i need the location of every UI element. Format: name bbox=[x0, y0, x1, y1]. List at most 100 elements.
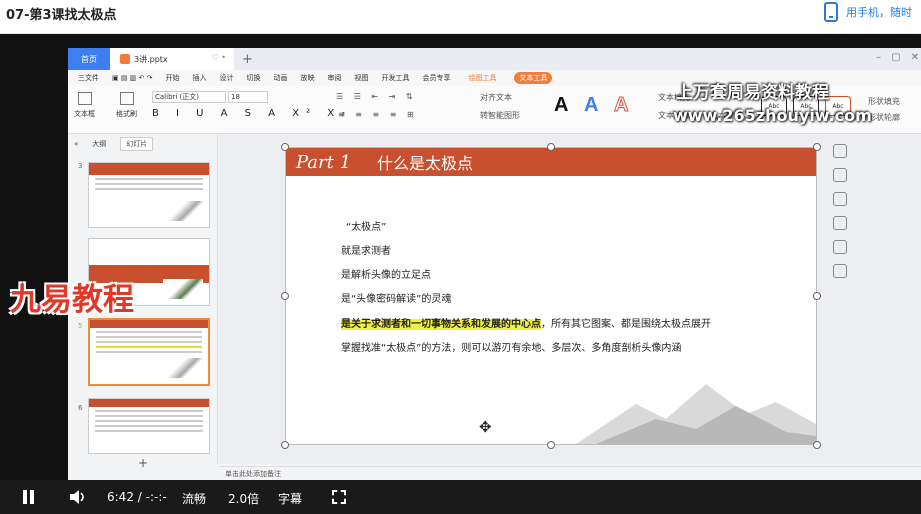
menu-item-developer[interactable]: 开发工具 bbox=[381, 73, 409, 83]
restore-icon[interactable]: ▢ bbox=[891, 52, 900, 63]
new-tab-icon[interactable]: + bbox=[242, 52, 253, 67]
resize-handle[interactable] bbox=[813, 441, 821, 449]
playback-time: 6:42 / -:-:- bbox=[107, 490, 167, 504]
file-menu[interactable]: 三文件 bbox=[78, 73, 99, 83]
slide-number: 6 bbox=[78, 404, 83, 412]
tab-outline[interactable]: 大纲 bbox=[92, 139, 106, 149]
align-text-button[interactable]: 对齐文本 bbox=[480, 92, 512, 103]
phone-icon bbox=[824, 2, 838, 22]
watermark-url: www.265zhouyiw.com bbox=[673, 106, 872, 125]
slide-heading: 什么是太极点 bbox=[377, 154, 474, 173]
pause-icon[interactable] bbox=[22, 490, 36, 504]
document-tab-label: 3讲.pptx bbox=[134, 54, 168, 64]
align-buttons[interactable]: ≡ ≡ ≡ ≡ ⊞ bbox=[338, 110, 418, 119]
slide-thumbnail[interactable] bbox=[88, 398, 210, 454]
resize-handle[interactable] bbox=[813, 143, 821, 151]
text-style-black[interactable]: A bbox=[554, 94, 568, 117]
slide-canvas[interactable]: Part 1 什么是太极点 “太极点” 就是求测者 是解析头像的立足点 是“头像… bbox=[219, 134, 921, 464]
quick-access-icons[interactable]: ▣ ▤ ▥ ↶ ↷ bbox=[112, 74, 152, 82]
tab-slides[interactable]: 幻灯片 bbox=[120, 137, 154, 151]
minimize-icon[interactable]: – bbox=[876, 52, 881, 63]
slide-text-line: 是解析头像的立足点 bbox=[341, 270, 431, 281]
page-header: 07-第3课找太极点 用手机，随时 bbox=[0, 0, 921, 34]
mountain-illustration bbox=[576, 384, 816, 444]
menu-item-design[interactable]: 设计 bbox=[219, 73, 233, 83]
collapse-icon[interactable] bbox=[833, 144, 847, 158]
frame-icon[interactable] bbox=[833, 240, 847, 254]
format-buttons[interactable]: B I U A S A X² X₂ bbox=[152, 108, 352, 119]
right-toolbar bbox=[833, 144, 853, 288]
menu-item-start[interactable]: 开始 bbox=[165, 73, 179, 83]
pen-icon[interactable] bbox=[833, 192, 847, 206]
drawing-tools-tab[interactable]: 绘图工具 bbox=[463, 72, 501, 84]
menu-item-slideshow[interactable]: 放映 bbox=[300, 73, 314, 83]
slide-text-line: 是“头像密码解读”的灵魂 bbox=[341, 294, 452, 305]
menu-item-member[interactable]: 会员专享 bbox=[422, 73, 450, 83]
list-buttons[interactable]: ☰ ☰ ⇤ ⇥ ⇅ bbox=[336, 92, 417, 101]
format-painter-button[interactable]: 格式刷 bbox=[116, 92, 137, 119]
resize-handle[interactable] bbox=[547, 143, 555, 151]
font-size-select[interactable]: 18 bbox=[228, 91, 268, 103]
text-style-outline[interactable]: A bbox=[613, 94, 628, 117]
tab-options-icon[interactable]: ♡ • bbox=[212, 53, 226, 62]
layers-icon[interactable] bbox=[833, 168, 847, 182]
eraser-icon[interactable] bbox=[833, 216, 847, 230]
highlight-suffix: ，所有其它图案、都是围绕太极点展开 bbox=[541, 319, 711, 330]
slide-text-line: 掌握找准“太极点”的方法，则可以游刃有余地、多层次、多角度剖析头像内涵 bbox=[341, 343, 682, 354]
panel-tabs: « 大纲 幻灯片 bbox=[68, 134, 217, 154]
document-tab[interactable]: 3讲.pptx ♡ • bbox=[110, 48, 234, 70]
subtitle-button[interactable]: 字幕 bbox=[278, 490, 302, 507]
format-painter-icon bbox=[119, 92, 134, 105]
window-controls: – ▢ ✕ bbox=[876, 52, 919, 63]
textbox-icon bbox=[77, 92, 92, 105]
volume-icon[interactable] bbox=[69, 489, 87, 505]
menu-item-animation[interactable]: 动画 bbox=[273, 73, 287, 83]
mobile-link-label: 用手机，随时 bbox=[846, 6, 912, 19]
slide-text-line: 就是求测者 bbox=[341, 246, 391, 257]
player-controls: 6:42 / -:-:- 流畅 2.0倍 字幕 bbox=[0, 480, 921, 514]
slide-thumbnail[interactable] bbox=[88, 162, 210, 228]
slide-thumbnail-selected[interactable] bbox=[88, 318, 210, 386]
location-icon[interactable] bbox=[833, 264, 847, 278]
slide-text-line: “太极点” bbox=[346, 222, 387, 233]
menu-item-view[interactable]: 视图 bbox=[354, 73, 368, 83]
slide-number: 5 bbox=[78, 322, 83, 330]
resize-handle[interactable] bbox=[813, 292, 821, 300]
font-name-select[interactable]: Calibri (正文) bbox=[152, 91, 226, 103]
ppt-file-icon bbox=[120, 54, 130, 64]
add-slide-button[interactable]: + bbox=[138, 456, 148, 470]
close-icon[interactable]: ✕ bbox=[911, 52, 919, 63]
slide-number: 3 bbox=[78, 162, 83, 170]
textbox-button[interactable]: 文本框 bbox=[74, 92, 95, 119]
document-tabbar: 首页 3讲.pptx ♡ • + – ▢ ✕ bbox=[68, 48, 921, 70]
highlighted-text: 是关于求测者和一切事物关系和发展的中心点 bbox=[341, 319, 541, 330]
menu-item-review[interactable]: 审阅 bbox=[327, 73, 341, 83]
speed-button[interactable]: 2.0倍 bbox=[228, 490, 259, 507]
resize-handle[interactable] bbox=[281, 292, 289, 300]
convert-smartart-button[interactable]: 转智能图形 bbox=[480, 110, 520, 121]
resize-handle[interactable] bbox=[281, 441, 289, 449]
collapse-icon[interactable]: « bbox=[74, 140, 78, 148]
quality-button[interactable]: 流畅 bbox=[182, 490, 206, 507]
shape-fill-button[interactable]: 形状填充 bbox=[868, 96, 900, 107]
page-title: 07-第3课找太极点 bbox=[6, 8, 117, 23]
slide-text-line-highlight: 是关于求测者和一切事物关系和发展的中心点，所有其它图案、都是围绕太极点展开 bbox=[341, 315, 711, 330]
menu-item-transition[interactable]: 切换 bbox=[246, 73, 260, 83]
menu-item-insert[interactable]: 插入 bbox=[192, 73, 206, 83]
current-slide[interactable]: Part 1 什么是太极点 “太极点” 就是求测者 是解析头像的立足点 是“头像… bbox=[285, 147, 817, 445]
text-tools-tab[interactable]: 文本工具 bbox=[514, 72, 553, 84]
shape-outline-button[interactable]: 形状轮廓 bbox=[868, 112, 900, 123]
video-player[interactable]: 首页 3讲.pptx ♡ • + – ▢ ✕ 三文件 ▣ ▤ ▥ ↶ ↷ 开始 … bbox=[0, 34, 921, 514]
resize-handle[interactable] bbox=[547, 441, 555, 449]
slide-header: Part 1 什么是太极点 bbox=[286, 148, 816, 176]
home-tab[interactable]: 首页 bbox=[68, 48, 110, 70]
watermark-title: 上万套周易资料教程 bbox=[676, 83, 829, 103]
slide-part-label: Part 1 bbox=[296, 151, 352, 173]
text-style-blue[interactable]: A bbox=[584, 94, 598, 117]
mobile-link[interactable]: 用手机，随时 bbox=[824, 2, 912, 22]
fullscreen-icon[interactable] bbox=[332, 490, 346, 504]
notes-area[interactable]: 单击此处添加备注 bbox=[219, 466, 921, 480]
watermark-overlay: 九易教程 bbox=[10, 282, 134, 318]
resize-handle[interactable] bbox=[281, 143, 289, 151]
move-cursor-icon: ✥ bbox=[479, 418, 492, 436]
